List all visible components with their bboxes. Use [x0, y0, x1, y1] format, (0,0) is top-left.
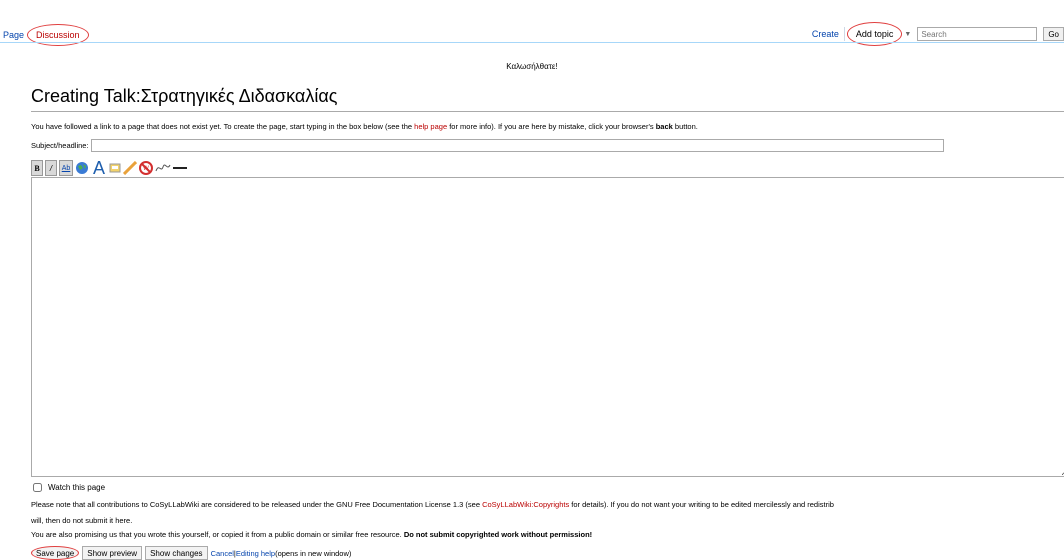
search-input[interactable]	[917, 27, 1038, 41]
media-icon[interactable]	[123, 161, 137, 175]
intro-part3: button.	[672, 122, 698, 131]
internal-link-icon[interactable]: Ab	[59, 160, 73, 176]
watch-row: Watch this page	[31, 483, 105, 492]
subject-row: Subject/headline:	[31, 139, 944, 152]
warning-part2: Do not submit copyrighted work without p…	[403, 530, 593, 539]
help-note: (opens in new window)	[275, 548, 352, 558]
nowiki-icon[interactable]: W	[139, 161, 153, 175]
title-divider	[31, 111, 1064, 112]
copyright-warning: You are also promising us that you wrote…	[31, 530, 592, 539]
license-notice: Please note that all contributions to Co…	[31, 500, 834, 509]
edit-textarea[interactable]	[31, 177, 1064, 477]
warning-part1: You are also promising us that you wrote…	[31, 530, 404, 539]
watch-label: Watch this page	[48, 483, 106, 492]
external-link-icon[interactable]	[75, 161, 89, 175]
edit-actions: Save page Show preview Show changes Canc…	[31, 546, 351, 560]
help-page-link[interactable]: help page	[414, 122, 447, 131]
bold-icon[interactable]: B	[31, 160, 43, 176]
license-part1: Please note that all contributions to Co…	[31, 500, 483, 509]
header-divider	[0, 42, 1064, 43]
intro-text: You have followed a link to a page that …	[31, 122, 698, 131]
edit-toolbar: B / Ab A W	[31, 158, 189, 178]
tab-page[interactable]: Page	[0, 28, 27, 42]
preview-button[interactable]: Show preview	[82, 546, 143, 560]
license-part2: for details). If you do not want your wr…	[569, 500, 834, 509]
page-title: Creating Talk:Στρατηγικές Διδασκαλίας	[31, 86, 338, 106]
copyrights-link[interactable]: CoSyLLabWiki:Copyrights	[482, 500, 569, 509]
license-line2: will, then do not submit it here.	[31, 516, 133, 525]
editing-help-link[interactable]: Editing help	[236, 549, 275, 558]
save-button[interactable]: Save page	[31, 546, 80, 560]
tab-divider	[843, 27, 845, 41]
chevron-down-icon[interactable]: ▼	[904, 31, 911, 38]
changes-button[interactable]: Show changes	[145, 546, 208, 560]
italic-icon[interactable]: /	[45, 160, 57, 176]
back-text: back	[655, 122, 673, 131]
intro-part1: You have followed a link to a page that …	[31, 122, 415, 131]
go-button[interactable]: Go	[1043, 27, 1064, 41]
cancel-link[interactable]: Cancel	[211, 549, 234, 558]
subject-label: Subject/headline:	[31, 141, 89, 150]
watch-checkbox[interactable]	[33, 483, 42, 492]
svg-text:W: W	[143, 166, 149, 172]
signature-icon[interactable]	[155, 161, 171, 175]
image-icon[interactable]	[109, 161, 121, 175]
horizontal-line-icon[interactable]	[173, 161, 187, 175]
subject-input[interactable]	[90, 139, 944, 152]
intro-part2: for more info). If you are here by mista…	[447, 122, 656, 131]
tab-create[interactable]: Create	[809, 27, 842, 41]
site-notice: Καλωσήλθατε!	[506, 62, 558, 71]
headline-icon[interactable]: A	[91, 158, 107, 178]
